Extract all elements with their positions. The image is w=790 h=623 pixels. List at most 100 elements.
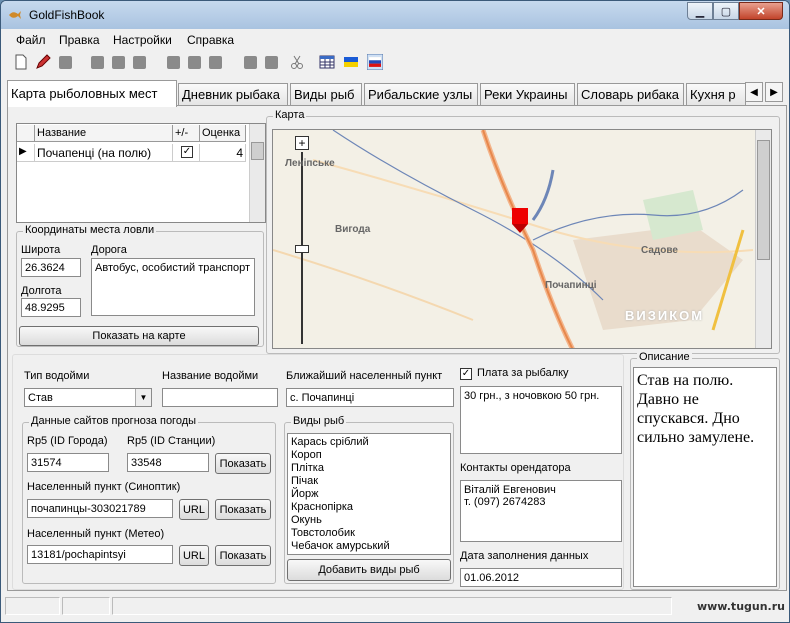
- fish-group: Виды рыб Карась сріблий Короп Плітка Піч…: [284, 415, 454, 584]
- map-label-sadove: Садове: [641, 245, 678, 256]
- toolbar: [1, 50, 789, 75]
- list-item[interactable]: Краснопірка: [291, 501, 447, 514]
- status-segment: [112, 597, 672, 615]
- places-grid[interactable]: Название +/- Оценка ▶ Почапенці (на полю…: [16, 123, 266, 223]
- close-button[interactable]: ✕: [739, 2, 783, 20]
- scissors-icon[interactable]: [289, 54, 305, 70]
- zoom-slider-handle[interactable]: [295, 245, 309, 253]
- tab-fisher-diary[interactable]: Дневник рыбака: [178, 83, 288, 106]
- list-item[interactable]: Окунь: [291, 514, 447, 527]
- settlement-field[interactable]: с. Почапинці: [286, 388, 454, 407]
- weather-group: Данные сайтов прогноза погоды Rp5 (ID Го…: [22, 415, 276, 584]
- meteo-url-button[interactable]: URL: [179, 545, 209, 566]
- sinoptik-url-button[interactable]: URL: [179, 499, 209, 520]
- menu-edit[interactable]: Правка: [59, 33, 100, 47]
- tab-strip: Карта рыболовных мест Дневник рыбака Вид…: [7, 80, 787, 107]
- list-item[interactable]: Товстолобик: [291, 527, 447, 540]
- road-field[interactable]: Автобус, особистий транспорт: [91, 258, 255, 316]
- disabled-tool-icon[interactable]: [133, 56, 146, 69]
- grid-scrollbar[interactable]: [249, 124, 265, 222]
- fee-field[interactable]: 30 грн., з ночовкою 50 грн.: [460, 386, 622, 454]
- description-group: Описание Став на полю. Давно не спускавс…: [630, 351, 780, 590]
- table-icon[interactable]: [319, 54, 335, 70]
- map-vertical-scrollbar[interactable]: [755, 130, 771, 348]
- sinoptik-show-button[interactable]: Показать: [215, 499, 271, 520]
- disabled-tool-icon[interactable]: [59, 56, 72, 69]
- meteo-show-button[interactable]: Показать: [215, 545, 271, 566]
- grid-cell-checkbox[interactable]: ✓: [173, 144, 200, 162]
- status-bar: www.tugun.ru: [1, 595, 789, 617]
- paste-icon[interactable]: [265, 56, 278, 69]
- grid-header-plusminus[interactable]: +/-: [173, 125, 200, 142]
- fee-checkbox[interactable]: ✓: [460, 368, 472, 380]
- grid-cell-rating[interactable]: 4: [200, 144, 246, 162]
- grid-cell-name[interactable]: Почапенці (на полю): [35, 144, 173, 162]
- fish-app-icon: [9, 11, 21, 19]
- water-name-field[interactable]: [162, 388, 278, 407]
- tab-fish-species[interactable]: Виды рыб: [290, 83, 362, 106]
- tab-rivers-ukraine[interactable]: Реки Украины: [480, 83, 575, 106]
- sinoptik-field[interactable]: почапинцы-303021789: [27, 499, 173, 518]
- list-item[interactable]: Карась сріблий: [291, 436, 447, 449]
- rp5-show-button[interactable]: Показать: [215, 453, 271, 474]
- tenant-field[interactable]: Віталій Евгенович т. (097) 2674283: [460, 480, 622, 542]
- list-item[interactable]: Короп: [291, 449, 447, 462]
- description-field[interactable]: Став на полю. Давно не спускався. Дно си…: [633, 367, 777, 587]
- app-window: GoldFishBook ▁ ▢ ✕ Файл Правка Настройки…: [0, 0, 790, 623]
- zoom-in-button[interactable]: +: [295, 136, 309, 150]
- ukraine-flag-icon[interactable]: [343, 54, 359, 70]
- add-fish-button[interactable]: Добавить виды рыб: [287, 559, 451, 581]
- map-view[interactable]: + Леніпське Вигода Садове Почапинці ВИЗИ…: [272, 129, 772, 349]
- menu-file[interactable]: Файл: [16, 33, 46, 47]
- show-on-map-button[interactable]: Показать на карте: [19, 326, 259, 346]
- maximize-button[interactable]: ▢: [713, 2, 739, 20]
- list-item[interactable]: Пічак: [291, 475, 447, 488]
- rp5-station-field[interactable]: 33548: [127, 453, 209, 472]
- menu-help[interactable]: Справка: [187, 33, 234, 47]
- disabled-tool-icon[interactable]: [112, 56, 125, 69]
- coords-group-title: Координаты места ловли: [23, 224, 157, 236]
- tab-fisher-dictionary[interactable]: Словарь рибака: [577, 83, 684, 106]
- meteo-field[interactable]: 13181/pochapintsyi: [27, 545, 173, 564]
- russia-flag-icon[interactable]: [367, 54, 383, 70]
- site-watermark: www.tugun.ru: [696, 600, 785, 613]
- rp5-city-field[interactable]: 31574: [27, 453, 109, 472]
- water-type-select[interactable]: Став ▼: [24, 388, 152, 407]
- copy-icon[interactable]: [244, 56, 257, 69]
- tab-fishing-knots[interactable]: Рибальские узлы: [364, 83, 478, 106]
- list-item[interactable]: Плітка: [291, 462, 447, 475]
- date-field[interactable]: 01.06.2012: [460, 568, 622, 587]
- disabled-tool-icon[interactable]: [209, 56, 222, 69]
- map-brand-watermark: ВИЗИКОМ: [625, 308, 705, 323]
- menu-settings[interactable]: Настройки: [113, 33, 172, 47]
- tab-kitchen[interactable]: Кухня р: [686, 83, 746, 106]
- map-marker-icon[interactable]: [511, 208, 529, 234]
- list-item[interactable]: Чебачок амурський: [291, 540, 447, 553]
- description-group-title: Описание: [637, 351, 692, 363]
- list-item[interactable]: Йорж: [291, 488, 447, 501]
- lat-field[interactable]: 26.3624: [21, 258, 81, 277]
- chevron-down-icon[interactable]: ▼: [135, 389, 151, 406]
- meteo-label: Населенный пункт (Метео): [27, 528, 165, 540]
- tab-scroll-left-icon[interactable]: ◀: [745, 82, 763, 102]
- disabled-tool-icon[interactable]: [167, 56, 180, 69]
- grid-header-name[interactable]: Название: [35, 125, 173, 142]
- disabled-tool-icon[interactable]: [91, 56, 104, 69]
- fee-label: Плата за рыбалку: [477, 367, 569, 379]
- minimize-button[interactable]: ▁: [687, 2, 713, 20]
- grid-header-rating[interactable]: Оценка: [200, 125, 246, 142]
- fish-list[interactable]: Карась сріблий Короп Плітка Пічак Йорж К…: [287, 433, 451, 555]
- new-document-icon[interactable]: [13, 54, 29, 70]
- lon-field[interactable]: 48.9295: [21, 298, 81, 317]
- tenant-label: Контакты орендатора: [460, 462, 571, 474]
- tab-scroll-right-icon[interactable]: ▶: [765, 82, 783, 102]
- title-bar[interactable]: GoldFishBook ▁ ▢ ✕: [1, 1, 789, 29]
- status-segment: [62, 597, 110, 615]
- map-group-title: Карта: [273, 109, 307, 121]
- disabled-tool-icon[interactable]: [188, 56, 201, 69]
- edit-pencil-icon[interactable]: [35, 54, 51, 70]
- rp5-station-label: Rp5 (ID Станции): [127, 435, 216, 447]
- grid-row-indicator-header: [17, 125, 35, 142]
- date-label: Дата заполнения данных: [460, 550, 589, 562]
- tab-fishing-map[interactable]: Карта рыболовных мест: [7, 80, 177, 107]
